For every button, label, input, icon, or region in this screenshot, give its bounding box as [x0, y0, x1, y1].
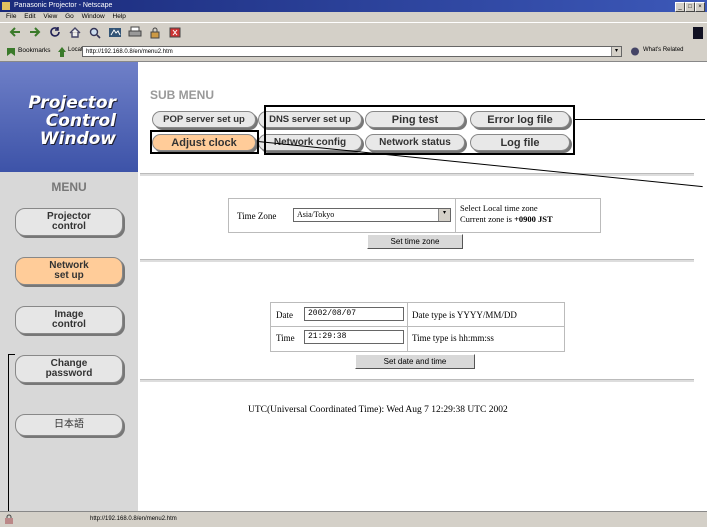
status-text: http://192.168.0.8/en/menu2.htm — [90, 516, 177, 522]
current-zone-prefix: Current zone is — [460, 214, 512, 224]
location-icon — [58, 47, 66, 57]
menu-projector-control-button[interactable]: Projector control — [15, 208, 123, 236]
submenu-title: SUB MENU — [150, 88, 215, 102]
menu-item-label: password — [45, 368, 93, 379]
date-format-hint: Date type is YYYY/MM/DD — [412, 310, 517, 320]
menu-view[interactable]: View — [43, 13, 57, 20]
timezone-panel: Time Zone Asia/Tokyo ▾ Select Local time… — [228, 198, 601, 233]
date-value: 2002/08/07 — [308, 309, 357, 318]
timezone-value: Asia/Tokyo — [297, 210, 335, 219]
reload-icon[interactable] — [48, 26, 62, 39]
location-bar: Bookmarks Location: http://192.168.0.8/e… — [0, 43, 707, 62]
separator — [140, 259, 694, 262]
menu-edit[interactable]: Edit — [24, 13, 35, 20]
forward-icon[interactable] — [28, 26, 42, 39]
left-menu: MENU Projector control Network set up Imag… — [0, 172, 138, 511]
menu-network-setup-button[interactable]: Network set up — [15, 257, 123, 285]
url-text: http://192.168.0.8/en/menu2.htm — [86, 49, 173, 55]
whats-related-icon — [631, 47, 639, 56]
menu-go[interactable]: Go — [65, 13, 74, 20]
timezone-label: Time Zone — [237, 211, 277, 221]
divider — [271, 326, 564, 327]
bookmarks-button[interactable]: Bookmarks — [18, 47, 51, 54]
time-label: Time — [276, 333, 295, 343]
brand-line-3: Window — [39, 129, 116, 149]
whats-related-button[interactable]: What's Related — [643, 47, 684, 53]
time-value: 21:29:38 — [308, 332, 347, 341]
divider — [407, 303, 408, 351]
status-bar: http://192.168.0.8/en/menu2.htm — [0, 511, 707, 527]
utc-time-text: UTC(Universal Coordinated Time): Wed Aug… — [248, 405, 508, 415]
date-label: Date — [276, 310, 293, 320]
search-icon[interactable] — [88, 26, 102, 39]
menu-item-label: set up — [54, 270, 84, 281]
timezone-hint-line: Select Local time zone — [460, 203, 538, 213]
menu-item-label: control — [52, 221, 86, 232]
separator — [140, 379, 694, 382]
menu-window[interactable]: Window — [82, 13, 105, 20]
lock-icon — [5, 514, 13, 524]
chevron-down-icon: ▾ — [438, 209, 450, 221]
menu-item-label: 日本語 — [54, 419, 84, 430]
current-zone-value: +0900 JST — [514, 214, 553, 224]
menu-change-password-button[interactable]: Change password — [15, 355, 123, 383]
set-date-and-time-button[interactable]: Set date and time — [355, 354, 475, 369]
title-bar: Panasonic Projector - Netscape _ □ × — [0, 0, 707, 12]
projector-control-window-logo: Projector Control Window — [0, 62, 138, 172]
menu-japanese-button[interactable]: 日本語 — [15, 414, 123, 436]
menu-item-label: control — [52, 319, 86, 330]
date-time-panel: Date 2002/08/07 Date type is YYYY/MM/DD … — [270, 302, 565, 352]
callout-line — [8, 354, 15, 355]
set-time-zone-button[interactable]: Set time zone — [367, 234, 463, 249]
close-button[interactable]: × — [695, 2, 705, 12]
adjust-clock-highlight-box — [150, 130, 259, 154]
brand-line-1: Projector — [28, 93, 116, 113]
print-icon[interactable] — [128, 26, 142, 39]
menu-file[interactable]: File — [6, 13, 16, 20]
menu-image-control-button[interactable]: Image control — [15, 306, 123, 334]
menu-help[interactable]: Help — [113, 13, 126, 20]
minimize-button[interactable]: _ — [675, 2, 685, 12]
window-title: Panasonic Projector - Netscape — [14, 2, 113, 9]
menu-bar: File Edit View Go Window Help — [0, 12, 707, 22]
back-icon[interactable] — [8, 26, 22, 39]
time-input[interactable]: 21:29:38 — [304, 330, 404, 344]
navigation-toolbar — [0, 22, 707, 44]
security-icon[interactable] — [148, 26, 162, 39]
url-dropdown-icon[interactable]: ▾ — [611, 47, 621, 56]
timezone-select[interactable]: Asia/Tokyo ▾ — [293, 208, 451, 222]
netscape-logo — [693, 27, 703, 39]
maximize-button[interactable]: □ — [685, 2, 695, 12]
page-content: Projector Control Window MENU Projector c… — [0, 62, 707, 511]
callout-line — [574, 119, 705, 120]
date-input[interactable]: 2002/08/07 — [304, 307, 404, 321]
home-icon[interactable] — [68, 26, 82, 39]
timezone-hint: Select Local time zone Current zone is +… — [455, 199, 600, 232]
separator — [140, 173, 694, 176]
brand-line-2: Control — [45, 111, 116, 131]
submenu-highlight-box — [264, 105, 575, 155]
time-format-hint: Time type is hh:mm:ss — [412, 333, 494, 343]
app-icon — [2, 2, 10, 10]
callout-line — [8, 354, 9, 511]
url-field[interactable]: http://192.168.0.8/en/menu2.htm ▾ — [82, 46, 622, 57]
bookmark-icon — [7, 48, 15, 56]
menu-title: MENU — [51, 180, 87, 194]
submenu-pop-server-button[interactable]: POP server set up — [152, 111, 256, 128]
netscape-icon[interactable] — [108, 26, 122, 39]
stop-icon[interactable] — [168, 26, 182, 39]
current-zone-line: Current zone is +0900 JST — [460, 214, 600, 225]
browser-window: Panasonic Projector - Netscape _ □ × Fil… — [0, 0, 707, 527]
